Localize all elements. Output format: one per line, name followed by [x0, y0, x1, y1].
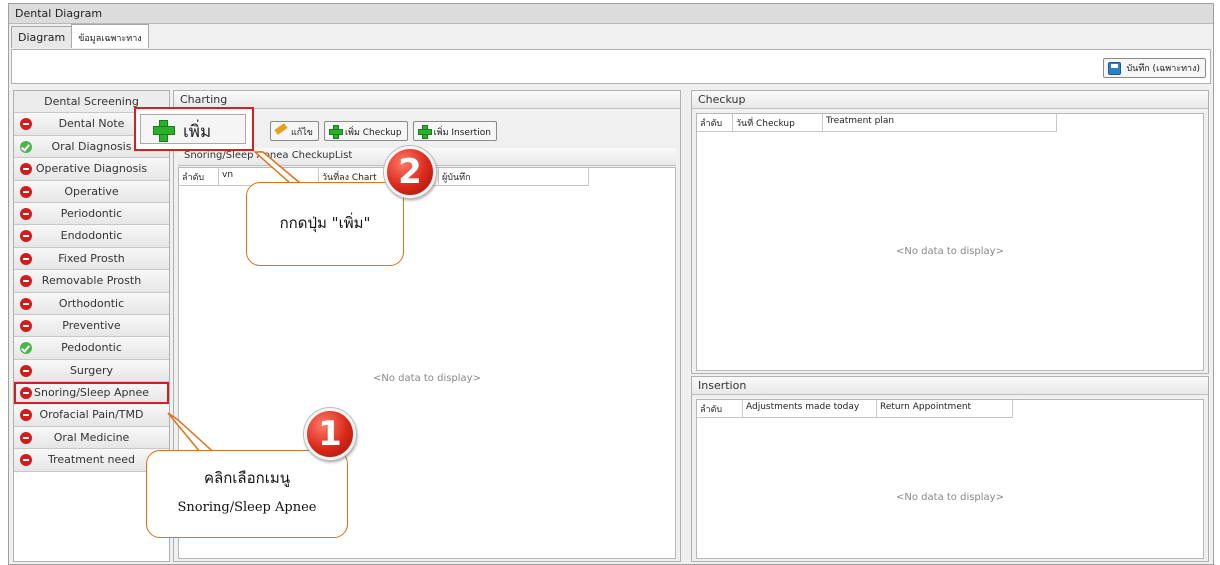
add-button-highlight: เพิ่ม: [134, 107, 254, 151]
step1-callout: คลิกเลือกเมนู Snoring/Sleep Apnee: [146, 450, 348, 538]
step2-callout: กกดปุ่ม "เพิ่ม": [246, 182, 404, 266]
step1-line1: คลิกเลือกเมนู: [204, 469, 290, 487]
step1-line2: Snoring/Sleep Apnee: [177, 500, 317, 515]
callout-pointer-2: [253, 151, 303, 184]
plus-icon: [153, 120, 175, 142]
step1-badge: 1: [304, 408, 356, 460]
add-button[interactable]: เพิ่ม: [140, 114, 246, 144]
add-button-label: เพิ่ม: [183, 122, 212, 142]
step2-badge: 2: [384, 146, 436, 198]
step2-text: กกดปุ่ม "เพิ่ม": [279, 214, 371, 232]
